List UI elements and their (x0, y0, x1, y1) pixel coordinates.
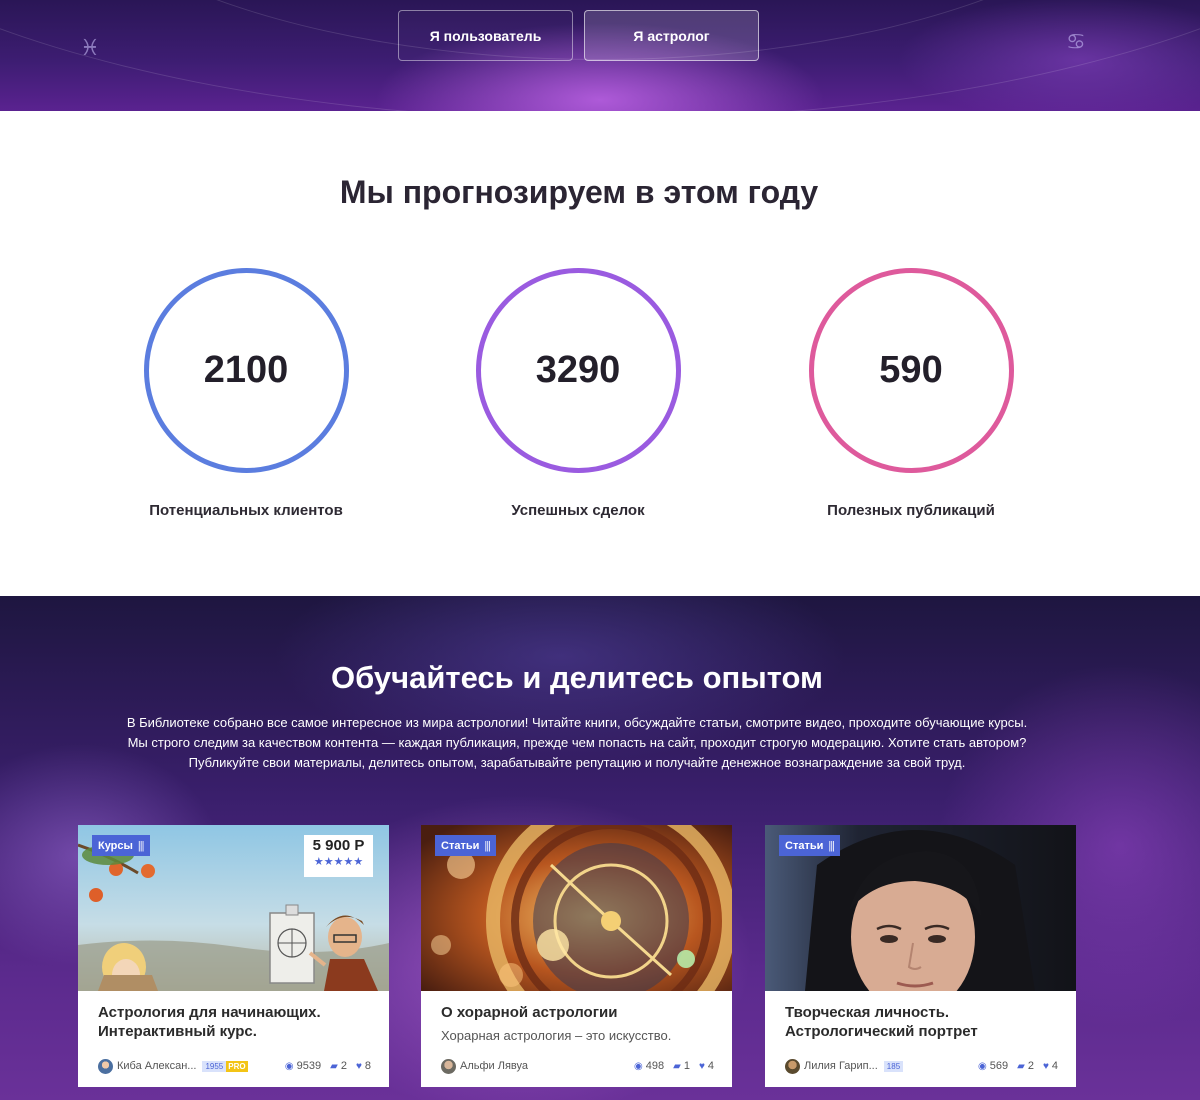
author-name[interactable]: Киба Алексан... (117, 1060, 196, 1072)
library-intro: В Библиотеке собрано все самое интересно… (60, 713, 1094, 773)
views-count: ◉ 9539 (285, 1060, 321, 1072)
stat-successful-deals: 3290 Успешных сделок (428, 268, 728, 519)
card-meta: Альфи Лявуа ◉ 498 ▰ 1 ♥ 4 (441, 1058, 714, 1074)
card-image[interactable]: Курсы ||| 5 900 Р ★★★★★ (78, 825, 389, 991)
star-icon: ★ (353, 856, 364, 868)
author-name[interactable]: Лилия Гарип... (804, 1060, 878, 1072)
views-count: ◉ 498 (634, 1060, 664, 1072)
comment-icon: ▰ (330, 1060, 338, 1072)
card-title[interactable]: Астрология для начинающих. Интерактивный… (98, 1003, 369, 1041)
comments-count[interactable]: ▰ 1 (673, 1060, 690, 1072)
star-icon: ★ (333, 856, 344, 868)
comments-value: 2 (340, 1060, 347, 1072)
reputation-badge: 185 (883, 1060, 904, 1072)
comments-value: 2 (1027, 1060, 1034, 1072)
tag-label: Курсы (98, 839, 133, 852)
pisces-icon: ♓ (80, 36, 100, 61)
tag-bars-icon: ||| (828, 839, 835, 852)
forecast-title: Мы прогнозируем в этом году (339, 174, 819, 210)
eye-icon: ◉ (978, 1060, 987, 1072)
stat-ring: 2100 (143, 268, 349, 473)
views-value: 9539 (296, 1060, 322, 1072)
card-excerpt: Хорарная астрология – это искусство. (441, 1028, 672, 1043)
stat-value: 3290 (535, 349, 621, 391)
astrologer-role-button[interactable]: Я астролог (584, 10, 759, 61)
card-category-tag[interactable]: Статьи ||| (435, 835, 496, 856)
card-category-tag[interactable]: Статьи ||| (779, 835, 840, 856)
star-icon: ★ (313, 856, 324, 868)
likes-value: 8 (364, 1060, 371, 1072)
library-card-horary[interactable]: Статьи ||| О хорарной астрологии Хорарна… (421, 825, 732, 1087)
comments-count[interactable]: ▰ 2 (1017, 1060, 1034, 1072)
intro-line: Мы строго следим за качеством контента —… (127, 735, 1027, 750)
stat-useful-publications: 590 Полезных публикаций (761, 268, 1061, 519)
card-meta: Лилия Гарип... 185 ◉ 569 ▰ 2 ♥ 4 (785, 1058, 1058, 1074)
stat-caption: Потенциальных клиентов (149, 502, 343, 519)
stat-value: 2100 (203, 349, 289, 391)
card-image[interactable]: Статьи ||| (765, 825, 1076, 991)
card-meta: Киба Алексан... 1955 PRO ◉ 9539 ▰ 2 ♥ 8 (98, 1058, 371, 1074)
avatar[interactable] (441, 1058, 456, 1074)
likes-count[interactable]: ♥ 4 (1043, 1060, 1058, 1072)
comments-count[interactable]: ▰ 2 (330, 1060, 347, 1072)
likes-value: 4 (1051, 1060, 1058, 1072)
library-title: Обучайтесь и делитесь опытом (331, 660, 823, 695)
comments-value: 1 (683, 1060, 690, 1072)
stat-caption: Полезных публикаций (827, 502, 995, 519)
avatar[interactable] (785, 1058, 800, 1074)
tag-label: Статьи (441, 839, 480, 852)
user-role-label: Я пользователь (429, 27, 542, 44)
intro-line: Публикуйте свои материалы, делитесь опыт… (188, 755, 966, 770)
author-name[interactable]: Альфи Лявуа (460, 1060, 528, 1072)
stat-value: 590 (879, 349, 943, 391)
pro-badge: PRO (226, 1060, 248, 1072)
views-value: 569 (989, 1060, 1009, 1072)
card-price: 5 900 Р (312, 837, 365, 854)
comment-icon: ▰ (1017, 1060, 1025, 1072)
card-image[interactable]: Статьи ||| (421, 825, 732, 991)
eye-icon: ◉ (284, 1060, 294, 1072)
tag-label: Статьи (785, 839, 824, 852)
stat-ring: 590 (808, 268, 1014, 473)
price-box: 5 900 Р ★★★★★ (304, 835, 373, 877)
heart-icon: ♥ (1042, 1060, 1049, 1072)
heart-icon: ♥ (698, 1060, 705, 1072)
hero-band: ♓ ♋ Я пользователь Я астролог (0, 0, 1200, 111)
library-card-course[interactable]: Курсы ||| 5 900 Р ★★★★★ Астрология для н… (78, 825, 389, 1087)
card-category-tag[interactable]: Курсы ||| (92, 835, 150, 856)
eye-icon: ◉ (634, 1060, 643, 1072)
stat-potential-clients: 2100 Потенциальных клиентов (96, 268, 396, 519)
astrologer-role-label: Я астролог (633, 27, 710, 44)
card-title[interactable]: Творческая личность. Астрологический пор… (785, 1003, 1056, 1041)
library-card-creative-personality[interactable]: Статьи ||| Творческая личность. Астролог… (765, 825, 1076, 1087)
reputation-badge: 1955 (202, 1060, 227, 1072)
tag-bars-icon: ||| (137, 839, 145, 852)
star-icon: ★ (343, 856, 354, 868)
star-rating: ★★★★★ (304, 855, 373, 868)
star-icon: ★ (323, 856, 334, 868)
stat-ring: 3290 (475, 268, 681, 473)
likes-count[interactable]: ♥ 8 (356, 1060, 371, 1072)
likes-count[interactable]: ♥ 4 (699, 1060, 714, 1072)
tag-bars-icon: ||| (484, 839, 491, 852)
views-value: 498 (645, 1060, 665, 1072)
cancer-icon: ♋ (1066, 30, 1086, 55)
user-role-button[interactable]: Я пользователь (398, 10, 573, 61)
card-title[interactable]: О хорарной астрологии (441, 1003, 712, 1022)
views-count: ◉ 569 (978, 1060, 1008, 1072)
intro-line: В Библиотеке собрано все самое интересно… (126, 715, 1028, 730)
library-section: Обучайтесь и делитесь опытом В Библиотек… (0, 596, 1200, 1100)
likes-value: 4 (707, 1060, 714, 1072)
avatar[interactable] (98, 1058, 113, 1074)
heart-icon: ♥ (355, 1060, 362, 1072)
comment-icon: ▰ (673, 1060, 681, 1072)
stat-caption: Успешных сделок (511, 502, 645, 519)
